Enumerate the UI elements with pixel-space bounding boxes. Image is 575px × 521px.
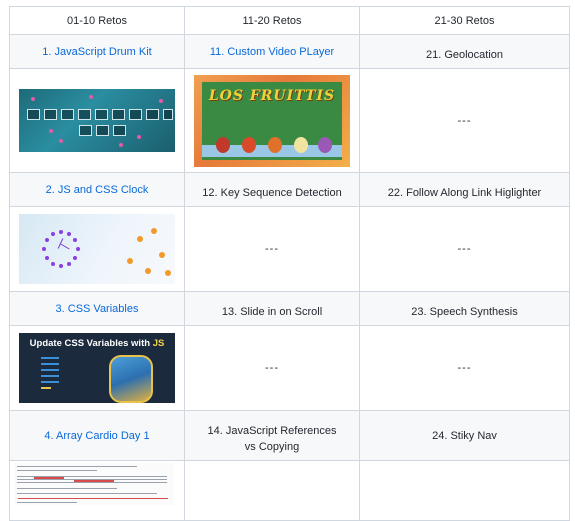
table-row: 2. JS and CSS Clock 12. Key Sequence Det…: [9, 172, 570, 207]
drum-kit-thumbnail[interactable]: [19, 89, 175, 152]
table-row: Update CSS Variables with JS --- ---: [9, 325, 570, 411]
image-cell: [9, 460, 185, 521]
empty-cell: [359, 460, 570, 521]
placeholder-cell: ---: [359, 206, 570, 292]
link-drum-kit[interactable]: 1. JavaScript Drum Kit: [42, 46, 151, 58]
text-cell: 22. Follow Along Link Higlighter: [359, 172, 570, 207]
link-cell: 4. Array Cardio Day 1: [9, 410, 185, 461]
image-cell: LOS FRUITTIS: [184, 68, 360, 173]
css-variables-thumbnail-title: Update CSS Variables with JS: [29, 338, 165, 349]
table-row: 1. JavaScript Drum Kit 11. Custom Video …: [9, 34, 570, 69]
header-cell: 21-30 Retos: [359, 6, 570, 35]
link-cell: 1. JavaScript Drum Kit: [9, 34, 185, 69]
placeholder-cell: ---: [359, 325, 570, 411]
link-css-variables[interactable]: 3. CSS Variables: [56, 303, 139, 315]
table-row: 3. CSS Variables 13. Slide in on Scroll …: [9, 291, 570, 326]
css-variables-thumbnail[interactable]: Update CSS Variables with JS: [19, 333, 175, 403]
fruittis-title: LOS FRUITTIS: [208, 87, 336, 104]
text-cell: 13. Slide in on Scroll: [184, 291, 360, 326]
placeholder-cell: ---: [184, 325, 360, 411]
link-cell: 2. JS and CSS Clock: [9, 172, 185, 207]
placeholder-cell: ---: [359, 68, 570, 173]
parrot-image: [109, 355, 153, 403]
text-cell: 14. JavaScript References vs Copying: [184, 410, 360, 461]
retos-table: 01-10 Retos 11-20 Retos 21-30 Retos 1. J…: [9, 6, 570, 521]
table-row: LOS FRUITTIS ---: [9, 68, 570, 173]
link-cell: 3. CSS Variables: [9, 291, 185, 326]
link-custom-video-player[interactable]: 11. Custom Video PLayer: [210, 46, 334, 58]
placeholder-cell: ---: [184, 206, 360, 292]
link-cell: 11. Custom Video PLayer: [184, 34, 360, 69]
empty-cell: [184, 460, 360, 521]
image-cell: [9, 206, 185, 292]
table-row: 4. Array Cardio Day 1 14. JavaScript Ref…: [9, 410, 570, 461]
image-cell: [9, 68, 185, 173]
header-cell: 11-20 Retos: [184, 6, 360, 35]
table-row: [9, 460, 570, 521]
los-fruittis-thumbnail[interactable]: LOS FRUITTIS: [194, 74, 350, 167]
array-cardio-thumbnail[interactable]: [14, 463, 174, 505]
text-cell: 21. Geolocation: [359, 34, 570, 69]
table-row: --- ---: [9, 206, 570, 292]
link-js-css-clock[interactable]: 2. JS and CSS Clock: [46, 184, 149, 196]
text-cell: 24. Stiky Nav: [359, 410, 570, 461]
link-array-cardio[interactable]: 4. Array Cardio Day 1: [44, 430, 149, 442]
text-cell: 23. Speech Synthesis: [359, 291, 570, 326]
header-cell: 01-10 Retos: [9, 6, 185, 35]
header-row: 01-10 Retos 11-20 Retos 21-30 Retos: [9, 6, 570, 35]
references-vs-copying-text: 14. JavaScript References vs Copying: [207, 425, 337, 453]
clock-thumbnail[interactable]: [19, 214, 175, 284]
image-cell: Update CSS Variables with JS: [9, 325, 185, 411]
text-cell: 12. Key Sequence Detection: [184, 172, 360, 207]
